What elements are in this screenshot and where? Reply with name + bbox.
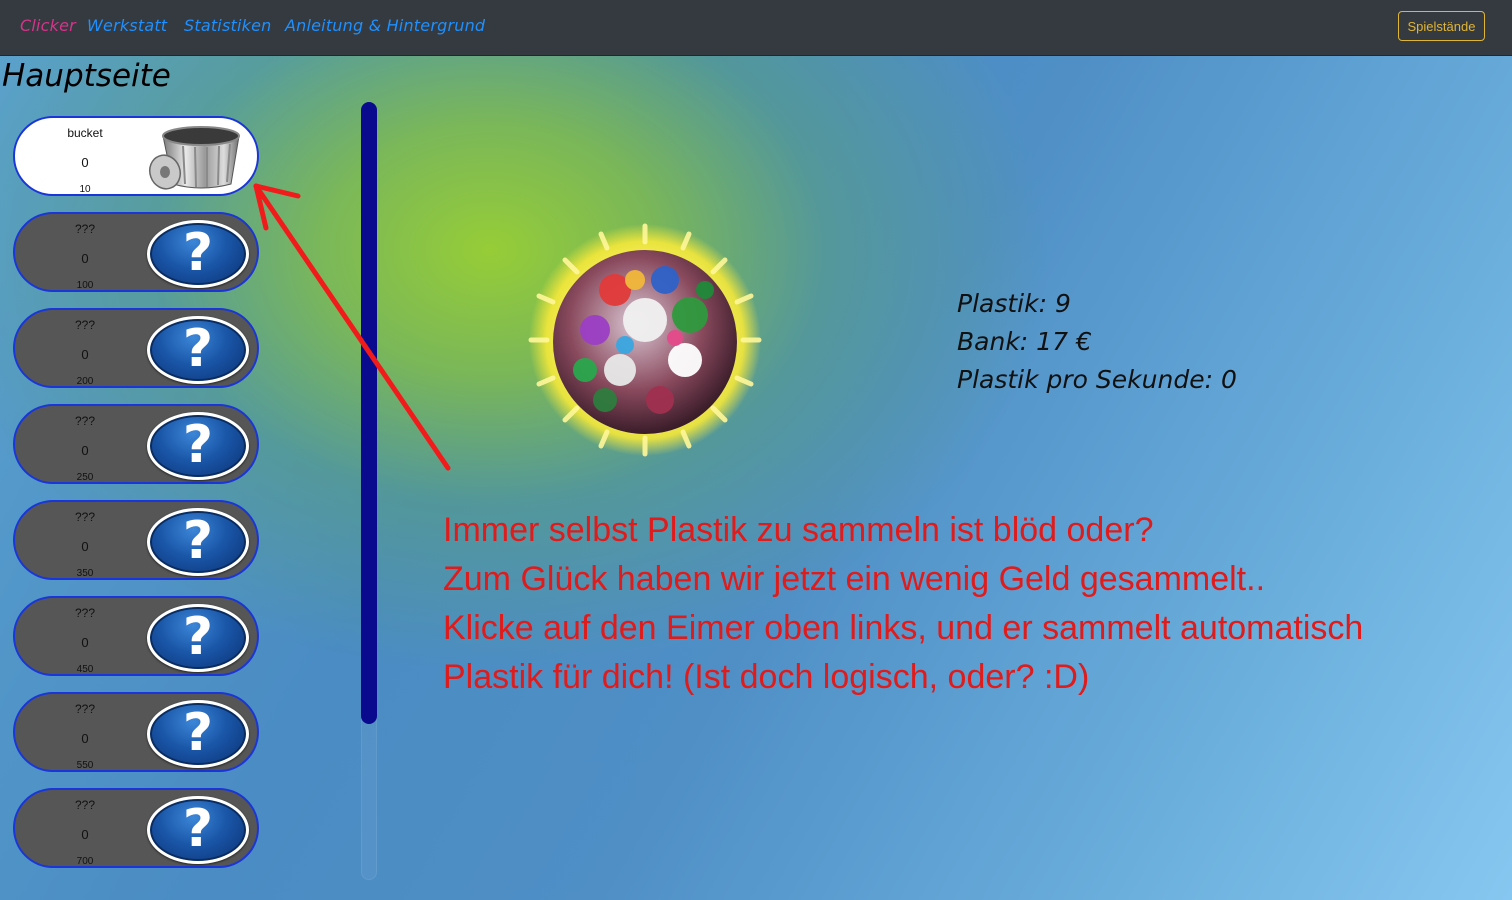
nav-link-clicker[interactable]: Clicker [20,16,76,35]
upgrade-name: ??? [74,414,96,428]
upgrade-locked-5[interactable]: ??? 0 450 ? [13,596,259,676]
upgrade-name: ??? [74,318,96,332]
upgrade-list-scroll-thumb[interactable] [361,102,377,724]
upgrade-count: 0 [81,635,89,650]
plastik-counter: Plastik: 9 [957,289,1071,318]
bank-balance: Bank: 17 € [957,327,1092,356]
upgrade-count: 0 [81,827,89,842]
question-mark-icon: ? [147,700,249,768]
upgrade-name: ??? [74,606,96,620]
upgrade-count: 0 [81,251,89,266]
question-mark-icon: ? [147,796,249,864]
tutorial-line: Klicke auf den Eimer oben links, und er … [443,609,1364,647]
upgrade-locked-6[interactable]: ??? 0 550 ? [13,692,259,772]
question-mark-icon: ? [147,604,249,672]
upgrade-name: ??? [74,510,96,524]
upgrade-cost: 10 [79,184,91,195]
tutorial-line: Plastik für dich! (Ist doch logisch, ode… [443,658,1090,696]
upgrade-cost: 200 [76,376,94,387]
question-mark-icon: ? [147,316,249,384]
tutorial-hint: Immer selbst Plastik zu sammeln ist blöd… [443,506,1363,702]
upgrade-locked-7[interactable]: ??? 0 700 ? [13,788,259,868]
upgrade-count: 0 [81,443,89,458]
upgrade-count: 0 [81,347,89,362]
savegames-button[interactable]: Spielstände [1398,11,1485,41]
upgrade-cost: 450 [76,664,94,675]
plastik-per-second: Plastik pro Sekunde: 0 [957,365,1237,394]
upgrade-cost: 250 [76,472,94,483]
upgrade-cost: 700 [76,856,94,867]
navbar: Clicker Werkstatt Statistiken Anleitung … [0,0,1512,56]
tutorial-line: Zum Glück haben wir jetzt ein wenig Geld… [443,560,1266,598]
upgrade-count: 0 [81,539,89,554]
upgrade-bucket[interactable]: bucket 0 10 [13,116,259,196]
upgrade-cost: 550 [76,760,94,771]
upgrade-locked-2[interactable]: ??? 0 200 ? [13,308,259,388]
nav-link-werkstatt[interactable]: Werkstatt [87,16,167,35]
upgrade-locked-4[interactable]: ??? 0 350 ? [13,500,259,580]
upgrade-name: ??? [74,702,96,716]
tutorial-line: Immer selbst Plastik zu sammeln ist blöd… [443,511,1154,549]
upgrade-locked-3[interactable]: ??? 0 250 ? [13,404,259,484]
bucket-icon [149,126,240,190]
nav-link-statistiken[interactable]: Statistiken [184,16,271,35]
upgrade-locked-1[interactable]: ??? 0 100 ? [13,212,259,292]
plastic-planet-icon[interactable] [525,220,765,460]
upgrade-cost: 350 [76,568,94,579]
question-mark-icon: ? [147,412,249,480]
question-mark-icon: ? [147,508,249,576]
stats-panel: Plastik: 9 Bank: 17 € Plastik pro Sekund… [957,285,1237,399]
upgrade-count: 0 [81,731,89,746]
upgrade-cost: 100 [76,280,94,291]
nav-link-anleitung[interactable]: Anleitung & Hintergrund [285,16,485,35]
question-mark-icon: ? [147,220,249,288]
upgrade-name: ??? [74,798,96,812]
upgrade-count: 0 [81,155,89,170]
page-title: Hauptseite [2,58,171,94]
upgrade-name: bucket [67,126,103,140]
upgrade-name: ??? [74,222,96,236]
